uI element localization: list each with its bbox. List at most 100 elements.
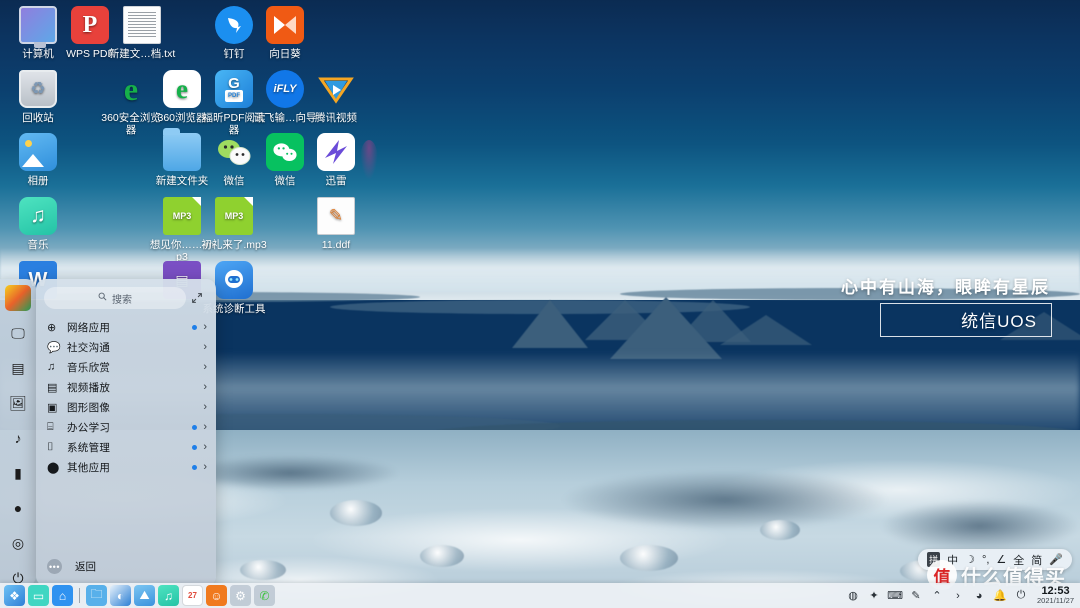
chevron-right-icon[interactable]: ›: [203, 341, 207, 353]
video-icon: ▤: [47, 381, 63, 394]
start-menu-item[interactable]: ▤视频播放 ›: [36, 377, 216, 397]
desktop-icon[interactable]: ♻回收站: [4, 70, 72, 124]
taskbar[interactable]: ❖▭⌂ 🗀◐⛰♫27☺⚙✆ ◍ ✦ ⌨ ✎ ⌃ › ◕ 🔔 ⏻ 12:53 2021/11/27: [0, 583, 1080, 608]
start-menu-item[interactable]: 💬社交沟通›: [36, 337, 216, 357]
system-icon: ⌷: [47, 441, 63, 454]
new-badge-dot: [192, 385, 197, 390]
start-menu-item[interactable]: ⊕网络应用 ›: [36, 317, 216, 337]
taskbar-divider: [79, 588, 80, 603]
desktop-icon-label: 新建文…档.txt: [108, 48, 176, 60]
desktop-icon[interactable]: 腾讯视频: [302, 70, 370, 124]
ddf-file-icon: ✎: [317, 197, 355, 235]
wallpaper-crater: [330, 500, 382, 526]
shield-icon[interactable]: ◎: [5, 530, 31, 556]
taskbar-app-home[interactable]: ⌂: [52, 585, 73, 606]
mp3-file-icon: MP3: [215, 197, 253, 235]
new-badge-dot: [192, 365, 197, 370]
chevron-right-icon[interactable]: ›: [203, 461, 207, 473]
notification-icon[interactable]: 🔔: [993, 589, 1007, 603]
desktop-icon[interactable]: 相册: [4, 133, 72, 187]
chevron-right-icon[interactable]: ›: [203, 381, 207, 393]
360-safe-browser-icon: e: [112, 70, 150, 108]
image-icon[interactable]: 🖼: [5, 390, 31, 416]
keyboard-icon[interactable]: ⌨: [888, 589, 902, 603]
clock-time: 12:53: [1037, 586, 1074, 596]
network-icon[interactable]: ◍: [846, 589, 860, 603]
search-placeholder: 搜索: [112, 291, 132, 306]
picture-icon: ▣: [47, 401, 63, 414]
wallpaper-crater: [420, 545, 464, 567]
volume-icon[interactable]: ◕: [972, 589, 986, 603]
start-menu-back[interactable]: ••• 返回: [36, 559, 216, 574]
taskbar-app-show-desktop[interactable]: ▭: [28, 585, 49, 606]
taskbar-app-launcher[interactable]: ❖: [4, 585, 25, 606]
start-menu-item[interactable]: ⌸办公学习›: [36, 417, 216, 437]
search-icon: [98, 292, 107, 304]
chevron-right-icon[interactable]: ›: [203, 421, 207, 433]
tencent-video-icon: [317, 70, 355, 108]
expand-icon[interactable]: [186, 287, 208, 309]
back-label: 返回: [75, 559, 96, 574]
start-menu-item[interactable]: ⌷系统管理›: [36, 437, 216, 457]
more-dots-icon: •••: [47, 559, 62, 574]
globe-icon: ⊕: [47, 321, 63, 334]
display-icon[interactable]: 🖵: [5, 320, 31, 346]
expand-tray-icon[interactable]: ⌃: [930, 589, 944, 603]
tray-arrow-icon[interactable]: ›: [951, 589, 965, 603]
taskbar-app-music-player[interactable]: ♫: [158, 585, 179, 606]
start-menu-header: 搜索: [36, 279, 216, 315]
taskbar-app-calendar[interactable]: 27: [182, 585, 203, 606]
wallpaper-slogan: 心中有山海，眼眸有星辰: [841, 273, 1050, 298]
desktop-icon-label: 迅雷: [302, 175, 370, 187]
taskbar-app-wechat[interactable]: ✆: [254, 585, 275, 606]
thunder-icon: [317, 133, 355, 171]
desktop-icon[interactable]: 新建文…档.txt: [108, 6, 176, 60]
mp3-file-icon: MP3: [163, 197, 201, 235]
chevron-right-icon[interactable]: ›: [203, 361, 207, 373]
wallpaper-peak: [720, 315, 812, 345]
info-icon[interactable]: ●: [5, 495, 31, 521]
desktop-screen: 心中有山海，眼眸有星辰 统信UOS 计算机PWPS PDF新建文…档.txt钉钉…: [0, 0, 1080, 608]
chevron-right-icon[interactable]: ›: [203, 321, 207, 333]
desktop-icon[interactable]: MP3初礼来了.mp3: [200, 197, 268, 251]
start-menu-item[interactable]: ♫音乐欣赏›: [36, 357, 216, 377]
taskbar-app-browser[interactable]: ◐: [110, 585, 131, 606]
search-input[interactable]: 搜索: [44, 287, 186, 309]
wallpaper-peak-small: [512, 300, 588, 348]
start-menu-item[interactable]: ▣图形图像›: [36, 397, 216, 417]
sunflower-remote-icon: [266, 6, 304, 44]
new-badge-dot: [192, 465, 197, 470]
photo-editor-icon[interactable]: [5, 285, 31, 311]
taskbar-app-file-manager[interactable]: 🗀: [86, 585, 107, 606]
desktop-icon[interactable]: 迅雷: [302, 133, 370, 187]
start-menu[interactable]: 搜索 ⊕网络应用›💬社交沟通›♫音乐欣赏›▤视频播放›▣图形图像›⌸办公学习›⌷…: [36, 279, 216, 586]
left-dock[interactable]: 🖵▤🖼♪▮● ◎⏻: [0, 279, 36, 586]
start-menu-item-label: 网络应用: [63, 320, 192, 335]
chevron-right-icon[interactable]: ›: [203, 441, 207, 453]
start-menu-item-label: 视频播放: [63, 380, 192, 395]
taskbar-clock[interactable]: 12:53 2021/11/27: [1035, 586, 1074, 606]
music-icon: ♫: [19, 197, 57, 235]
bluetooth-icon[interactable]: ✦: [867, 589, 881, 603]
computer-icon: [19, 6, 57, 44]
desktop-icon[interactable]: 向日葵: [251, 6, 319, 60]
iflytek-input-icon: iFLY: [266, 70, 304, 108]
video-icon[interactable]: ▮: [5, 460, 31, 486]
wechat-green-icon: [215, 133, 253, 171]
desktop-icon-label: 腾讯视频: [302, 112, 370, 124]
start-menu-item-label: 办公学习: [63, 420, 192, 435]
chevron-right-icon[interactable]: ›: [203, 401, 207, 413]
music-note-icon[interactable]: ♪: [5, 425, 31, 451]
desktop-icon[interactable]: ✎11.ddf: [302, 197, 370, 251]
pen-icon[interactable]: ✎: [909, 589, 923, 603]
document-icon[interactable]: ▤: [5, 355, 31, 381]
desktop-icon[interactable]: ♫音乐: [4, 197, 72, 251]
start-menu-item-label: 社交沟通: [63, 340, 192, 355]
start-menu-item[interactable]: ⬤其他应用›: [36, 457, 216, 477]
taskbar-app-gallery[interactable]: ⛰: [134, 585, 155, 606]
taskbar-app-settings[interactable]: ⚙: [230, 585, 251, 606]
taskbar-app-app-store[interactable]: ☺: [206, 585, 227, 606]
wallpaper-crater: [760, 520, 800, 540]
system-diagnostic-tool-icon: [215, 261, 253, 299]
power-icon[interactable]: ⏻: [1014, 589, 1028, 603]
